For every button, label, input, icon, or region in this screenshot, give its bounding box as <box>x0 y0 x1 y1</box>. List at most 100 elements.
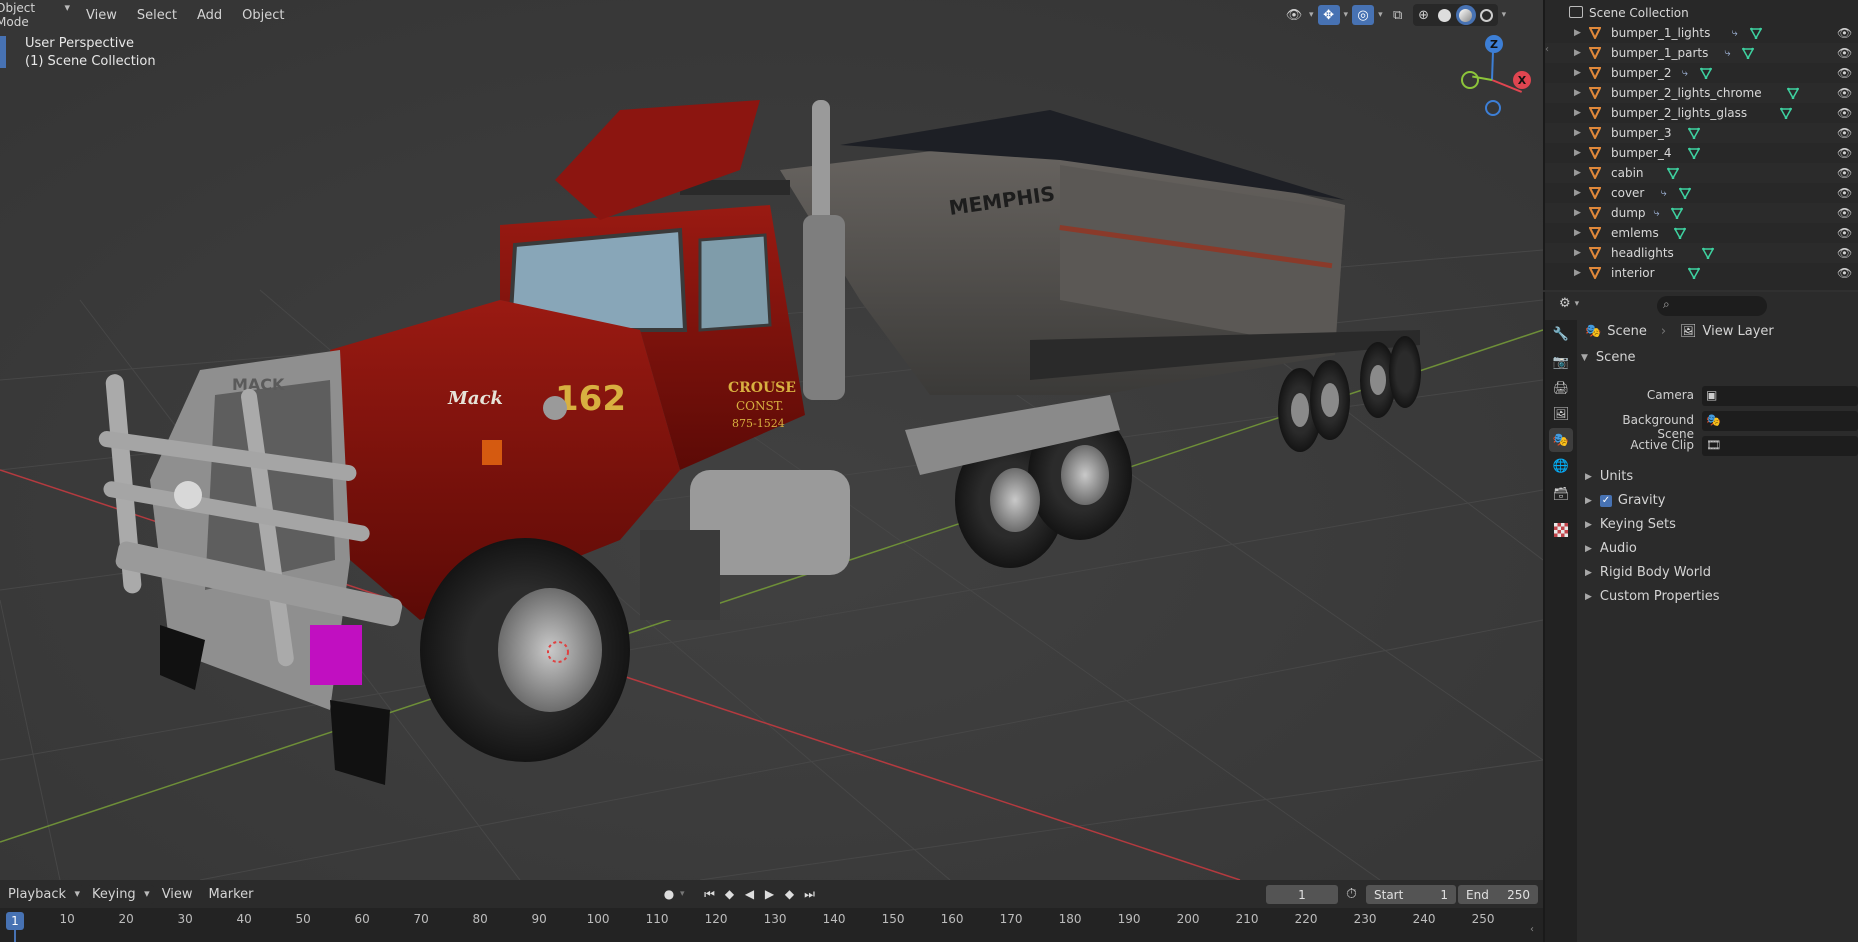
render-tab-icon[interactable]: 📷 <box>1549 350 1573 374</box>
units-panel-header[interactable]: ▶ Units <box>1585 469 1633 484</box>
visibility-eye-icon[interactable]: 👁 <box>1837 266 1852 280</box>
visibility-eye-icon[interactable]: 👁 <box>1837 86 1852 100</box>
gizmo-x-axis[interactable]: X <box>1513 71 1531 89</box>
expand-arrow-icon[interactable]: ▶ <box>1574 88 1581 98</box>
overlay-toggle-icon[interactable]: ◎ <box>1352 5 1375 25</box>
expand-arrow-icon[interactable]: ▶ <box>1574 108 1581 118</box>
outliner-root-row[interactable]: Scene Collection <box>1545 3 1858 23</box>
rendered-shading-icon[interactable] <box>1477 5 1497 25</box>
jump-start-icon[interactable]: ⏮ <box>701 885 719 903</box>
camera-field[interactable]: ▣ <box>1702 386 1858 406</box>
visibility-eye-icon[interactable]: 👁 <box>1837 206 1852 220</box>
visibility-eye-icon[interactable]: 👁 <box>1837 46 1852 60</box>
3d-viewport[interactable]: MEMPHIS Mack 162 CROUSE CONST. 875-1524 <box>0 0 1543 880</box>
audio-panel-header[interactable]: ▶ Audio <box>1585 541 1637 556</box>
playback-menu[interactable]: Playback <box>4 884 85 904</box>
start-frame-field[interactable]: Start 1 <box>1366 885 1456 904</box>
keying-sets-panel-header[interactable]: ▶ Keying Sets <box>1585 517 1676 532</box>
prev-keyframe-icon[interactable]: ◆ <box>721 885 739 903</box>
expand-arrow-icon[interactable]: ▶ <box>1574 208 1581 218</box>
visibility-eye-icon[interactable]: 👁 <box>1837 246 1852 260</box>
outliner-item[interactable]: ▶ dump ⤷ 👁 <box>1545 203 1858 223</box>
expand-arrow-icon[interactable]: ▶ <box>1574 168 1581 178</box>
custom-properties-panel-header[interactable]: ▶ Custom Properties <box>1585 589 1720 604</box>
mode-dropdown[interactable]: Object Mode <box>0 0 74 31</box>
timeline-ruler[interactable]: 1 10 20 30 40 50 60 70 80 90 100 110 120 130 140 150 16… <box>0 908 1543 942</box>
visibility-eye-icon[interactable]: 👁 <box>1837 146 1852 160</box>
menu-select[interactable]: Select <box>129 5 185 26</box>
properties-search-input[interactable]: ⌕ <box>1657 296 1767 316</box>
menu-add[interactable]: Add <box>189 5 230 26</box>
expand-arrow-icon[interactable]: ▶ <box>1574 248 1581 258</box>
collapse-arrow-icon[interactable]: ‹ <box>1530 924 1534 935</box>
scene-panel-header[interactable]: ▼ Scene <box>1581 350 1636 365</box>
outliner-item[interactable]: ▶ emlems 👁 <box>1545 223 1858 243</box>
gravity-panel-header[interactable]: ▶ ✓ Gravity <box>1585 493 1665 508</box>
breadcrumb-view-layer[interactable]: View Layer <box>1703 324 1774 339</box>
visibility-eye-icon[interactable]: 👁 <box>1837 66 1852 80</box>
expand-arrow-icon[interactable]: ▶ <box>1574 268 1581 278</box>
expand-arrow-icon[interactable]: ▶ <box>1574 228 1581 238</box>
expand-arrow-icon[interactable]: ▶ <box>1574 148 1581 158</box>
gizmo-z-axis[interactable]: Z <box>1485 35 1503 53</box>
gizmo-neg-z-axis[interactable] <box>1485 100 1501 116</box>
visibility-eye-icon[interactable]: 👁 <box>1837 226 1852 240</box>
gravity-checkbox[interactable]: ✓ <box>1599 494 1612 507</box>
outliner-item[interactable]: ▶ bumper_1_lights ⤷ 👁 <box>1545 23 1858 43</box>
visibility-eye-icon[interactable]: 👁 <box>1837 26 1852 40</box>
play-reverse-icon[interactable]: ◀ <box>741 885 759 903</box>
expand-arrow-icon[interactable]: ▶ <box>1574 68 1581 78</box>
outliner-item[interactable]: ▶ bumper_4 👁 <box>1545 143 1858 163</box>
outliner-item[interactable]: ▶ bumper_3 👁 <box>1545 123 1858 143</box>
world-tab-icon[interactable]: 🌐 <box>1549 454 1573 478</box>
outliner-item[interactable]: ▶ bumper_2 ⤷ 👁 <box>1545 63 1858 83</box>
editor-type-icon[interactable]: ⚙ <box>1559 296 1571 311</box>
scene-tab-icon[interactable]: 🎭 <box>1549 428 1573 452</box>
gizmo-toggle-icon[interactable]: ✥ <box>1317 5 1340 25</box>
expand-arrow-icon[interactable]: ▶ <box>1574 128 1581 138</box>
outliner-item[interactable]: ▶ bumper_2_lights_glass 👁 <box>1545 103 1858 123</box>
next-keyframe-icon[interactable]: ◆ <box>781 885 799 903</box>
marker-menu[interactable]: Marker <box>201 884 262 905</box>
tool-tab-icon[interactable]: 🔧 <box>1549 322 1573 346</box>
expand-arrow-icon[interactable]: ▶ <box>1574 48 1581 58</box>
visibility-eye-icon[interactable]: 👁 <box>1837 186 1852 200</box>
expand-arrow-icon[interactable]: ▶ <box>1574 28 1581 38</box>
gizmo-neg-y-axis[interactable] <box>1461 71 1479 89</box>
current-frame-field[interactable]: 1 <box>1266 885 1338 904</box>
view-layer-tab-icon[interactable]: 🖼 <box>1549 402 1573 426</box>
play-icon[interactable]: ▶ <box>761 885 779 903</box>
end-frame-field[interactable]: End 250 <box>1458 885 1538 904</box>
outliner-item[interactable]: ▶ cover ⤷ 👁 <box>1545 183 1858 203</box>
visibility-eye-icon[interactable]: 👁 <box>1837 166 1852 180</box>
outliner-collapse-arrow-icon[interactable]: ‹ <box>1545 44 1549 55</box>
visibility-eye-icon[interactable]: 👁 <box>1837 126 1852 140</box>
outliner-item[interactable]: ▶ headlights 👁 <box>1545 243 1858 263</box>
visibility-eye-icon[interactable]: 👁 <box>1837 106 1852 120</box>
navigation-gizmo[interactable]: X Z <box>1455 35 1543 128</box>
visibility-icon[interactable]: 👁 <box>1283 5 1305 25</box>
keying-menu[interactable]: Keying <box>88 884 154 904</box>
output-tab-icon[interactable]: 🖨 <box>1549 376 1573 400</box>
tool-active-tab[interactable] <box>0 36 6 68</box>
texture-tab-icon[interactable] <box>1549 518 1573 542</box>
outliner-item[interactable]: ▶ bumper_1_parts ⤷ 👁 <box>1545 43 1858 63</box>
active-clip-field[interactable]: 🎞 <box>1702 436 1858 456</box>
jump-end-icon[interactable]: ⏭ <box>801 885 819 903</box>
background-scene-field[interactable]: 🎭 <box>1702 411 1858 431</box>
menu-object[interactable]: Object <box>234 5 292 26</box>
collection-tab-icon[interactable]: 🗃 <box>1549 482 1573 506</box>
solid-shading-icon[interactable] <box>1435 5 1455 25</box>
outliner-item[interactable]: ▶ bumper_2_lights_chrome 👁 <box>1545 83 1858 103</box>
timeline-view-menu[interactable]: View <box>154 884 201 905</box>
playhead[interactable]: 1 <box>6 912 24 930</box>
record-icon[interactable]: ● <box>660 885 678 903</box>
wireframe-shading-icon[interactable]: ⊕ <box>1414 5 1434 25</box>
stopwatch-icon[interactable]: ⏱ <box>1346 886 1357 902</box>
rigid-body-world-panel-header[interactable]: ▶ Rigid Body World <box>1585 565 1711 580</box>
breadcrumb-scene[interactable]: Scene <box>1607 324 1647 339</box>
outliner-item[interactable]: ▶ cabin 👁 <box>1545 163 1858 183</box>
outliner-item[interactable]: ▶ interior 👁 <box>1545 263 1858 283</box>
xray-toggle-icon[interactable]: ⧉ <box>1387 5 1409 25</box>
expand-arrow-icon[interactable]: ▶ <box>1574 188 1581 198</box>
